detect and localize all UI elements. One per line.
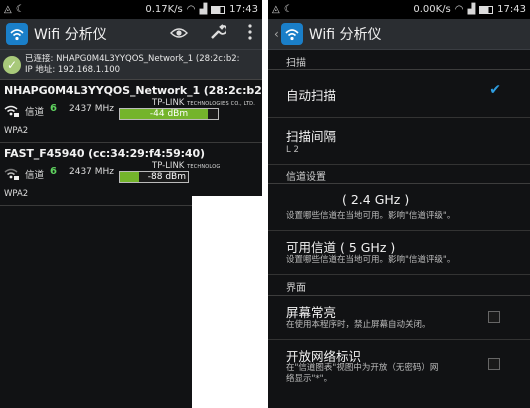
cell-signal-icon: ▟ — [199, 4, 208, 15]
pref-screen-on[interactable]: 屏幕常亮 在使用本程序时，禁止屏幕自动关闭。 — [268, 296, 530, 340]
channel-label: 信道 — [25, 107, 45, 118]
checkbox-unchecked[interactable] — [488, 358, 500, 370]
vendor: TP-LINK TECHNOLOGIES CO., LTD. — [152, 98, 256, 108]
ghost-icon: ◬ — [4, 4, 12, 15]
action-bar[interactable]: ‹ Wifi 分析仪 — [268, 19, 530, 50]
section-header-ui: 界面 — [268, 275, 530, 296]
pref-summary: 设置哪些信道在当地可用。影响"信道评级"。 — [286, 211, 456, 221]
network-speed: 0.17K/s — [145, 4, 183, 15]
pref-summary: 络显示"*"。 — [286, 374, 333, 384]
app-title: Wifi 分析仪 — [308, 27, 382, 43]
network-speed: 0.00K/s — [413, 4, 451, 15]
pref-title: 扫描间隔 — [286, 129, 337, 144]
app-logo-icon[interactable] — [280, 23, 303, 45]
vendor: TP-LINK TECHNOLOG — [152, 161, 221, 171]
frequency: 2437 MHz — [69, 167, 115, 177]
wifi-lock-icon — [4, 105, 19, 117]
blank-overlay — [192, 196, 268, 408]
moon-icon: ☾ — [15, 4, 25, 15]
signal-bar: -44 dBm — [119, 108, 219, 120]
cell-signal-icon: ▟ — [467, 4, 476, 15]
signal-dbm: -88 dBm — [147, 172, 186, 182]
frequency: 2437 MHz — [69, 104, 115, 114]
clock: 17:43 — [229, 4, 258, 15]
ip-address: IP 地址: 192.168.1.100 — [25, 64, 121, 75]
pref-channels-24ghz[interactable]: ( 2.4 GHz ) 设置哪些信道在当地可用。影响"信道评级"。 — [268, 184, 530, 231]
settings-screen: ◬ ☾ 0.00K/s ◠ ▟ 17:43 ‹ Wifi 分析仪 扫描 自动扫描… — [268, 0, 530, 408]
pref-summary: 在使用本程序时，禁止屏幕自动关闭。 — [286, 320, 431, 330]
connected-ssid: 已连接: NHAPG0M4L3YYQOS_Network_1 (28:2c:b2… — [25, 53, 240, 64]
pref-scan-interval[interactable]: 扫描间隔 L 2 — [268, 118, 530, 165]
channel-label: 信道 — [25, 170, 45, 181]
action-bar: Wifi 分析仪 — [0, 19, 262, 50]
connection-info: ✓ 已连接: NHAPG0M4L3YYQOS_Network_1 (28:2c:… — [0, 50, 262, 80]
back-chevron-icon[interactable]: ‹ — [274, 27, 279, 41]
network-ssid: FAST_F45940 (cc:34:29:f4:59:40) — [4, 147, 205, 160]
app-logo-icon[interactable] — [6, 23, 28, 45]
network-ssid: NHAPG0M4L3YYQOS_Network_1 (28:2c:b2:c. — [4, 84, 262, 97]
app-title: Wifi 分析仪 — [34, 27, 107, 43]
checkbox-checked-icon[interactable]: ✔ — [489, 82, 501, 98]
wifi-status-icon: ◠ — [454, 4, 464, 15]
security-type: WPA2 — [4, 189, 29, 199]
signal-bar: -88 dBm — [119, 171, 189, 183]
section-header-scan: 扫描 — [268, 50, 530, 70]
battery-icon — [211, 5, 226, 14]
pref-auto-scan[interactable]: 自动扫描 ✔ — [268, 70, 530, 118]
network-item[interactable]: FAST_F45940 (cc:34:29:f4:59:40) 信道 6 243… — [0, 143, 220, 206]
pref-summary: L 2 — [286, 145, 299, 155]
pref-summary: 设置哪些信道在当地可用。影响"信道评级"。 — [286, 255, 456, 265]
ghost-icon: ◬ — [272, 4, 280, 15]
battery-icon — [479, 5, 494, 14]
view-eye-icon[interactable] — [170, 25, 188, 43]
wifi-status-icon: ◠ — [186, 4, 196, 15]
clock: 17:43 — [497, 4, 526, 15]
pref-title: 自动扫描 — [286, 88, 337, 103]
security-type: WPA2 — [4, 126, 29, 136]
moon-icon: ☾ — [283, 4, 293, 15]
status-bar: ◬ ☾ 0.17K/s ◠ ▟ 17:43 — [0, 0, 262, 19]
overflow-menu-icon[interactable] — [248, 24, 252, 44]
tools-wrench-icon[interactable] — [210, 24, 228, 44]
channel-number: 6 — [50, 103, 57, 114]
pref-channels-5ghz[interactable]: 可用信道 ( 5 GHz ) 设置哪些信道在当地可用。影响"信道评级"。 — [268, 231, 530, 275]
wifi-lock-icon — [4, 168, 19, 180]
pref-title: 屏幕常亮 — [286, 305, 337, 320]
network-item[interactable]: NHAPG0M4L3YYQOS_Network_1 (28:2c:b2:c. 信… — [0, 80, 262, 143]
channel-number: 6 — [50, 166, 57, 177]
checkbox-unchecked[interactable] — [488, 311, 500, 323]
pref-summary: 在"信道图表"视图中为开放（无密码）网 — [286, 363, 439, 373]
signal-dbm: -44 dBm — [149, 109, 189, 119]
pref-title: ( 2.4 GHz ) — [342, 192, 410, 207]
section-header-channel: 信道设置 — [268, 165, 530, 184]
status-bar: ◬ ☾ 0.00K/s ◠ ▟ 17:43 — [268, 0, 530, 19]
pref-title: 可用信道 ( 5 GHz ) — [286, 240, 396, 255]
pref-open-network-mark[interactable]: 开放网络标识 在"信道图表"视图中为开放（无密码）网 络显示"*"。 — [268, 340, 530, 400]
connected-check-icon: ✓ — [3, 55, 21, 74]
